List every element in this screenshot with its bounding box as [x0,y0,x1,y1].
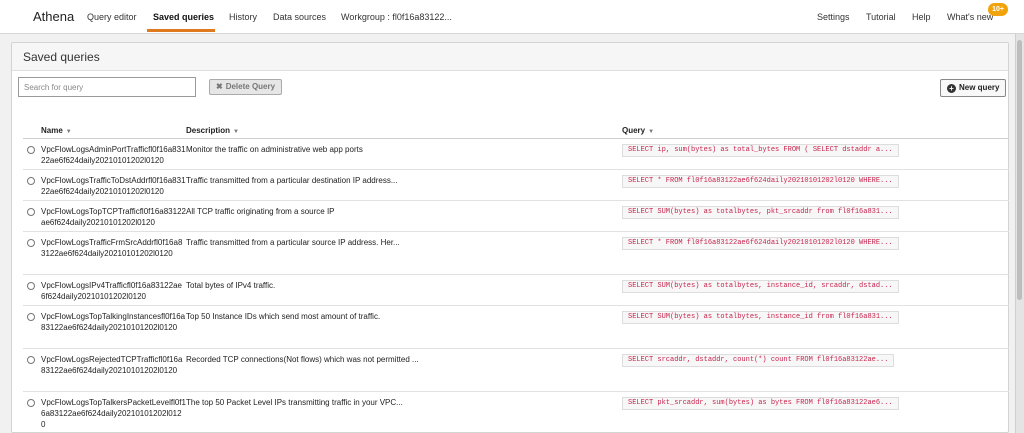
saved-queries-panel: Saved queries ✖Delete Query +New query N… [11,42,1009,433]
query-description: Top 50 Instance IDs which send most amou… [186,312,381,321]
delete-query-button[interactable]: ✖ Delete Query [209,79,283,95]
row-radio[interactable] [27,239,35,247]
new-query-label: New query [959,83,1000,92]
whats-new-badge: 10+ [988,3,1008,16]
table-row[interactable]: VpcFlowLogsTrafficFrmSrcAddrfl0f16a83122… [23,232,1009,275]
query-snippet: SELECT srcaddr, dstaddr, count(*) count … [622,354,895,367]
column-header-label: Description [186,126,231,135]
page-scrollbar-thumb[interactable] [1017,40,1022,300]
nav-history[interactable]: History [229,12,257,22]
table-row[interactable]: VpcFlowLogsTopTalkingInstancesfl0f16a831… [23,306,1009,349]
query-name: VpcFlowLogsTopTCPTrafficfl0f16a83122ae6f… [41,207,186,227]
query-name: VpcFlowLogsIPv4Trafficfl0f16a83122ae6f62… [41,281,182,301]
query-description: The top 50 Packet Level IPs transmitting… [186,398,403,407]
nav-data-sources[interactable]: Data sources [273,12,326,22]
query-description: Traffic transmitted from a particular so… [186,238,400,247]
nav-whats-new[interactable]: What's new [947,12,993,22]
sort-caret-icon: ▼ [233,129,239,135]
query-description: All TCP traffic originating from a sourc… [186,207,335,216]
close-icon: ✖ [216,82,223,91]
row-radio[interactable] [27,208,35,216]
plus-icon: + [947,84,956,93]
column-header-query[interactable]: Query ▼ [622,126,654,135]
row-radio[interactable] [27,356,35,364]
page-title: Saved queries [23,50,100,64]
brand-logo[interactable]: Athena [33,9,74,24]
nav-workgroup[interactable]: Workgroup : fl0f16a83122... [341,12,452,22]
query-description: Total bytes of IPv4 traffic. [186,281,276,290]
row-radio[interactable] [27,313,35,321]
query-snippet: SELECT SUM(bytes) as totalbytes, instanc… [622,280,899,293]
table-row[interactable]: VpcFlowLogsTopTalkersPacketLevelfl0f16a8… [23,392,1009,432]
row-radio[interactable] [27,399,35,407]
column-header-label: Name [41,126,63,135]
query-snippet: SELECT SUM(bytes) as totalbytes, instanc… [622,311,899,324]
column-header-label: Query [622,126,646,135]
row-radio[interactable] [27,177,35,185]
query-snippet: SELECT * FROM fl0f16a83122ae6f624daily20… [622,175,899,188]
row-radio[interactable] [27,146,35,154]
search-input[interactable] [18,77,196,97]
nav-saved-queries[interactable]: Saved queries [153,12,214,22]
query-description: Recorded TCP connections(Not flows) whic… [186,355,419,364]
table-row[interactable]: VpcFlowLogsIPv4Trafficfl0f16a83122ae6f62… [23,275,1009,306]
nav-query-editor[interactable]: Query editor [87,12,137,22]
top-nav: Athena Query editor Saved queries Histor… [0,0,1024,34]
active-tab-indicator [147,29,215,32]
nav-settings[interactable]: Settings [817,12,850,22]
table-row[interactable]: VpcFlowLogsTopTCPTrafficfl0f16a83122ae6f… [23,201,1009,232]
query-snippet: SELECT * FROM fl0f16a83122ae6f624daily20… [622,237,899,250]
row-radio[interactable] [27,282,35,290]
delete-query-label: Delete Query [225,82,276,91]
query-name: VpcFlowLogsTopTalkersPacketLevelfl0f16a8… [41,398,186,429]
nav-tutorial[interactable]: Tutorial [866,12,896,22]
panel-header: Saved queries [12,43,1008,71]
new-query-button[interactable]: + New query [940,79,1007,97]
query-snippet: SELECT pkt_srcaddr, sum(bytes) as bytes … [622,397,899,410]
nav-help[interactable]: Help [912,12,931,22]
sort-caret-icon: ▼ [65,129,72,135]
query-name: VpcFlowLogsAdminPortTrafficfl0f16a83122a… [41,145,186,165]
query-description: Monitor the traffic on administrative we… [186,145,363,154]
table-row[interactable]: VpcFlowLogsTrafficToDstAddrfl0f16a83122a… [23,170,1009,201]
query-snippet: SELECT SUM(bytes) as totalbytes, pkt_src… [622,206,899,219]
query-name: VpcFlowLogsTrafficToDstAddrfl0f16a83122a… [41,176,186,196]
table-row[interactable]: VpcFlowLogsRejectedTCPTrafficfl0f16a8312… [23,349,1009,392]
query-name: VpcFlowLogsTrafficFrmSrcAddrfl0f16a83122… [41,238,183,258]
table-row[interactable]: VpcFlowLogsAdminPortTrafficfl0f16a83122a… [23,139,1009,170]
query-name: VpcFlowLogsTopTalkingInstancesfl0f16a831… [41,312,186,332]
sort-caret-icon: ▼ [648,129,655,135]
query-snippet: SELECT ip, sum(bytes) as total_bytes FRO… [622,144,899,157]
column-header-name[interactable]: Name ▼ [41,126,72,135]
column-header-description[interactable]: Description ▼ [186,126,239,135]
query-description: Traffic transmitted from a particular de… [186,176,398,185]
query-name: VpcFlowLogsRejectedTCPTrafficfl0f16a8312… [41,355,183,375]
